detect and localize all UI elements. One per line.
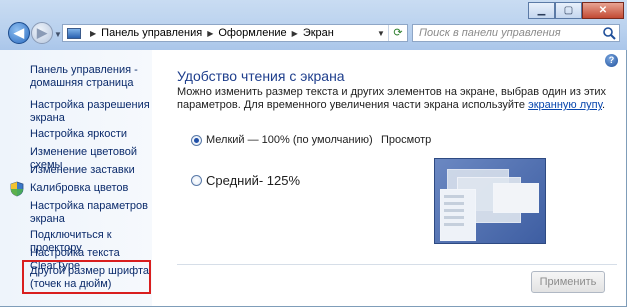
address-dropdown-icon[interactable]: ▼ xyxy=(374,29,388,38)
option-small-label: Мелкий — 100% (по умолчанию) xyxy=(206,134,373,146)
breadcrumb-item-control-panel[interactable]: Панель управления xyxy=(101,27,202,39)
chevron-right-icon[interactable]: ▶ xyxy=(90,29,96,38)
sidebar-item-screensaver[interactable]: Изменение заставки xyxy=(30,164,150,177)
address-bar[interactable]: ▶ Панель управления ▶ Оформление ▶ Экран… xyxy=(62,24,408,42)
shield-icon xyxy=(10,181,24,197)
breadcrumb-item-display[interactable]: Экран xyxy=(303,27,334,39)
sidebar-item-color-calibration[interactable]: Калибровка цветов xyxy=(30,182,150,195)
search-box[interactable]: Поиск в панели управления xyxy=(412,24,620,42)
preview-label: Просмотр xyxy=(381,134,432,146)
maximize-button[interactable]: ▢ xyxy=(555,2,582,19)
address-actions: ▼ ⟳ xyxy=(374,25,407,41)
magnifier-link[interactable]: экранную лупу xyxy=(528,99,602,111)
sidebar-item-home[interactable]: Панель управления - домашняя страница xyxy=(30,64,150,90)
search-icon[interactable] xyxy=(602,26,616,40)
chevron-right-icon[interactable]: ▶ xyxy=(292,29,298,38)
sidebar-item-resolution[interactable]: Настройка разрешения экрана xyxy=(30,99,150,125)
refresh-icon[interactable]: ⟳ xyxy=(388,25,407,41)
page-title: Удобство чтения с экрана xyxy=(177,68,345,84)
radio-small[interactable] xyxy=(191,134,202,146)
close-button[interactable]: ✕ xyxy=(582,2,624,19)
title-bar: ▁ ▢ ✕ ◀ ▶ ▼ ▶ Панель управления ▶ Оформл… xyxy=(0,0,627,50)
sidebar-item-display-settings[interactable]: Настройка параметров экрана xyxy=(30,200,150,226)
window-controls: ▁ ▢ ✕ xyxy=(528,2,624,19)
control-panel-icon xyxy=(67,27,81,39)
minimize-button[interactable]: ▁ xyxy=(528,2,555,19)
description-end: . xyxy=(602,99,606,111)
sidebar-item-brightness[interactable]: Настройка яркости xyxy=(30,128,150,141)
help-icon[interactable]: ? xyxy=(605,54,618,67)
preview-image xyxy=(434,158,546,244)
highlight-box xyxy=(22,260,151,294)
option-medium[interactable]: Средний- 125% xyxy=(191,173,300,188)
search-input[interactable]: Поиск в панели управления xyxy=(419,27,602,39)
radio-medium[interactable] xyxy=(191,175,202,186)
page-description: Можно изменить размер текста и других эл… xyxy=(177,86,617,112)
divider xyxy=(177,264,617,265)
breadcrumb: ▶ Панель управления ▶ Оформление ▶ Экран xyxy=(85,27,334,39)
option-small[interactable]: Мелкий — 100% (по умолчанию) xyxy=(191,134,373,146)
breadcrumb-item-appearance[interactable]: Оформление xyxy=(218,27,286,39)
forward-button[interactable]: ▶ xyxy=(31,22,53,44)
back-button[interactable]: ◀ xyxy=(8,22,30,44)
apply-button[interactable]: Применить xyxy=(531,271,605,293)
recent-pages-dropdown-icon[interactable]: ▼ xyxy=(54,30,62,39)
chevron-right-icon[interactable]: ▶ xyxy=(207,29,213,38)
option-medium-label: Средний- 125% xyxy=(206,173,301,188)
